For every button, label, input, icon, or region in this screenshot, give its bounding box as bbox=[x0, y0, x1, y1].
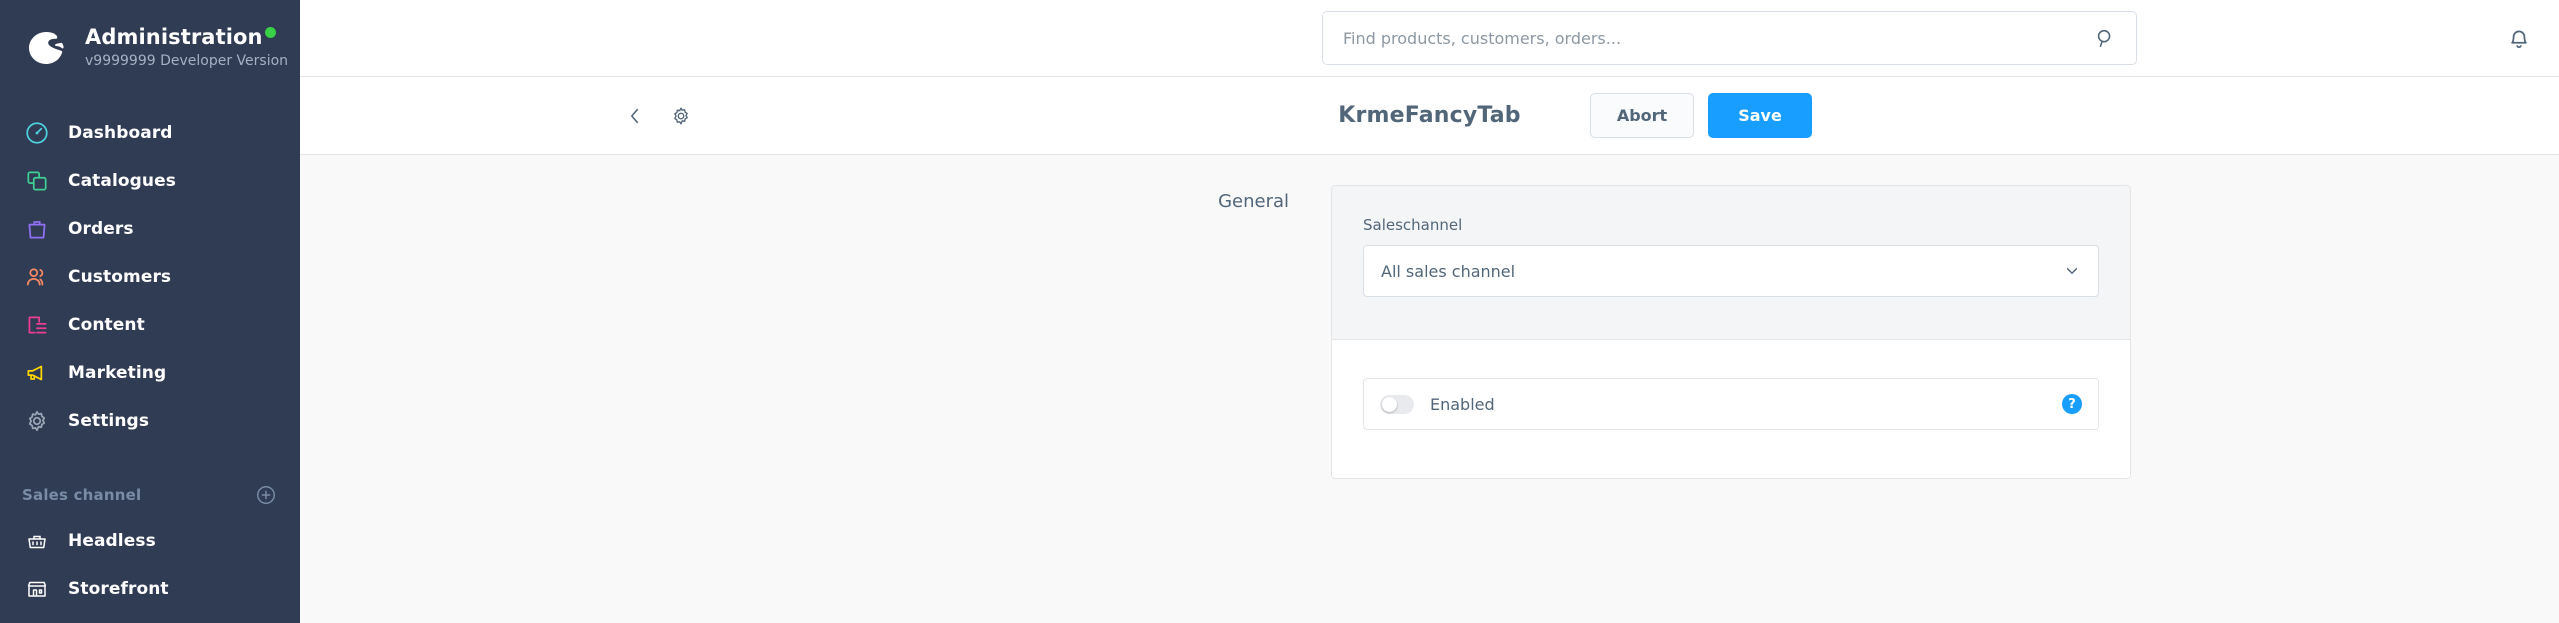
catalogues-icon bbox=[22, 166, 52, 196]
gear-icon[interactable] bbox=[668, 103, 694, 129]
section-label-general: General bbox=[1218, 191, 1289, 212]
sidebar-item-orders[interactable]: Orders bbox=[0, 205, 300, 253]
smart-bar-actions: Abort Save bbox=[1590, 93, 2527, 138]
sidebar-nav: Dashboard Catalogues Orders Customers Co… bbox=[0, 96, 300, 613]
save-button[interactable]: Save bbox=[1708, 93, 1812, 138]
general-label-column: General bbox=[300, 185, 1331, 479]
sidebar-item-catalogues[interactable]: Catalogues bbox=[0, 157, 300, 205]
question-mark-icon[interactable]: ? bbox=[2062, 394, 2082, 414]
marketing-icon bbox=[22, 358, 52, 388]
sales-channel-section-header: Sales channel bbox=[0, 473, 300, 517]
bell-icon[interactable] bbox=[2506, 26, 2532, 52]
sidebar-item-label: Content bbox=[68, 315, 145, 335]
enabled-label: Enabled bbox=[1430, 394, 1495, 414]
dashboard-icon bbox=[22, 118, 52, 148]
general-form-row: General Saleschannel All sales channel E… bbox=[300, 185, 2559, 479]
toggle-knob bbox=[1382, 396, 1397, 412]
sidebar-item-marketing[interactable]: Marketing bbox=[0, 349, 300, 397]
saleschannel-value: All sales channel bbox=[1381, 261, 1516, 281]
settings-gear-icon bbox=[22, 406, 52, 436]
sidebar-item-settings[interactable]: Settings bbox=[0, 397, 300, 445]
enabled-section: Enabled ? bbox=[1332, 340, 2130, 478]
saleschannel-select[interactable]: All sales channel bbox=[1363, 245, 2099, 297]
content-area: General Saleschannel All sales channel E… bbox=[300, 155, 2559, 623]
chevron-down-icon bbox=[2063, 262, 2081, 280]
basket-icon bbox=[22, 526, 52, 556]
sidebar-item-storefront[interactable]: Storefront bbox=[0, 565, 300, 613]
main-area: KrmeFancyTab Abort Save General Salescha… bbox=[300, 0, 2559, 623]
sales-channel-title: Sales channel bbox=[22, 486, 142, 504]
search-box[interactable] bbox=[1322, 11, 2137, 65]
top-bar bbox=[300, 0, 2559, 77]
sidebar-item-headless[interactable]: Headless bbox=[0, 517, 300, 565]
sidebar-item-label: Catalogues bbox=[68, 171, 176, 191]
brand-version: v9999999 Developer Version bbox=[85, 53, 289, 69]
brand-text: Administration v9999999 Developer Versio… bbox=[85, 25, 288, 71]
sidebar-item-label: Dashboard bbox=[68, 123, 173, 143]
sidebar-item-label: Marketing bbox=[68, 363, 167, 383]
orders-icon bbox=[22, 214, 52, 244]
chevron-left-icon[interactable] bbox=[622, 103, 648, 129]
saleschannel-label: Saleschannel bbox=[1363, 216, 1463, 234]
app-root: Administration v9999999 Developer Versio… bbox=[0, 0, 2559, 623]
search-icon[interactable] bbox=[2094, 27, 2116, 49]
general-card: Saleschannel All sales channel Enabled ? bbox=[1331, 185, 2131, 479]
sidebar: Administration v9999999 Developer Versio… bbox=[0, 0, 300, 623]
global-search bbox=[1322, 11, 2137, 65]
brand-title: Administration bbox=[85, 25, 263, 49]
sidebar-item-label: Settings bbox=[68, 411, 150, 431]
enabled-toggle[interactable] bbox=[1380, 394, 1414, 414]
plus-circle-icon[interactable] bbox=[254, 483, 278, 507]
content-icon bbox=[22, 310, 52, 340]
sidebar-item-dashboard[interactable]: Dashboard bbox=[0, 109, 300, 157]
status-dot bbox=[265, 27, 276, 38]
sidebar-item-customers[interactable]: Customers bbox=[0, 253, 300, 301]
storefront-icon bbox=[22, 574, 52, 604]
sidebar-item-label: Orders bbox=[68, 219, 134, 239]
sidebar-item-content[interactable]: Content bbox=[0, 301, 300, 349]
sidebar-item-label: Storefront bbox=[68, 579, 169, 599]
sidebar-item-label: Customers bbox=[68, 267, 172, 287]
customers-icon bbox=[22, 262, 52, 292]
search-input[interactable] bbox=[1343, 28, 2094, 48]
abort-button[interactable]: Abort bbox=[1590, 93, 1694, 138]
brand-header[interactable]: Administration v9999999 Developer Versio… bbox=[0, 0, 300, 96]
smart-bar: KrmeFancyTab Abort Save bbox=[300, 77, 2559, 155]
shopware-logo-icon bbox=[22, 24, 70, 72]
sidebar-item-label: Headless bbox=[68, 531, 156, 551]
enabled-row: Enabled ? bbox=[1363, 378, 2099, 430]
saleschannel-section: Saleschannel All sales channel bbox=[1332, 186, 2130, 340]
